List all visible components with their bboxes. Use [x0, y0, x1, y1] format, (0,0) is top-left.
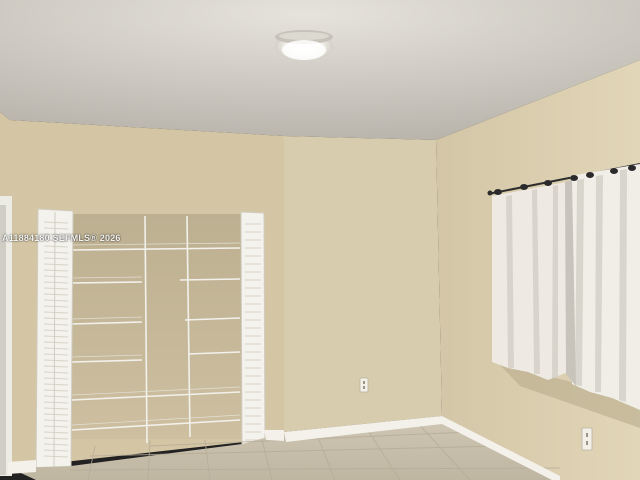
mls-watermark: A11884180 SEFMLS® 2026 [2, 233, 121, 243]
bedroom-photo: A11884180 SEFMLS® 2026 [0, 0, 640, 480]
baseboard-left [8, 460, 36, 474]
closet-door-right [240, 211, 266, 457]
outlet-center [359, 377, 369, 393]
baseboard-closet [264, 430, 284, 441]
outlet-right [581, 427, 593, 451]
